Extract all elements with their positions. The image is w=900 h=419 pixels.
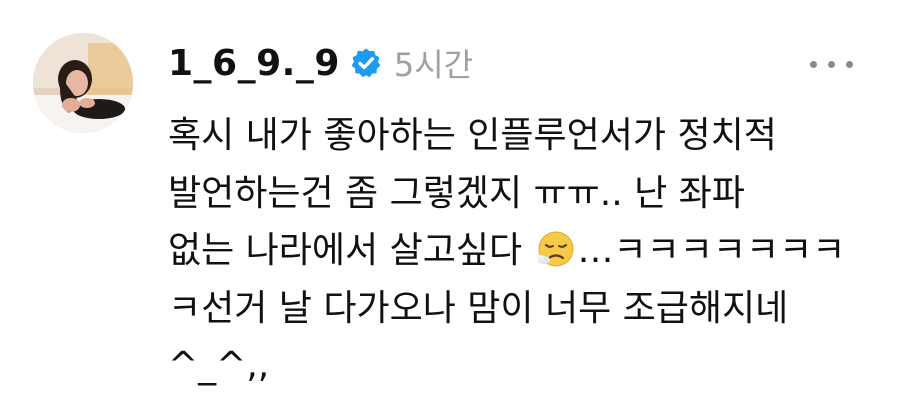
- post-body-line: 없는 나라에서 살고싶다 …ㅋㅋㅋㅋㅋㅋㅋ: [168, 222, 868, 280]
- verified-badge-icon: [350, 47, 382, 79]
- avatar-image: [33, 33, 133, 133]
- post-time: 5시간: [393, 46, 474, 84]
- username[interactable]: 1_6_9._9: [168, 43, 340, 84]
- more-options-icon[interactable]: [808, 58, 858, 70]
- post-body-line: 발언하는건 좀 그렇겠지 ㅠㅠ.. 난 좌파: [168, 172, 745, 214]
- post-body-text: 없는 나라에서 살고싶다: [168, 230, 534, 271]
- post-body-text: …ㅋㅋㅋㅋㅋㅋㅋ: [577, 230, 846, 271]
- sad-relieved-face-emoji: [536, 228, 576, 268]
- post-body-line: 혹시 내가 좋아하는 인플루언서가 정치적: [168, 115, 777, 156]
- post-body: 혹시 내가 좋아하는 인플루언서가 정치적 발언하는건 좀 그렇겠지 ㅠㅠ.. …: [168, 107, 868, 395]
- profile-avatar[interactable]: [33, 33, 133, 133]
- post-body-line: ㅋ선거 날 다가오나 맘이 너무 조급해지네: [168, 287, 789, 329]
- post-card: 1_6_9._9 5시간 혹시 내가 좋아하는 인플루언서가 정치적 발언하는건…: [0, 0, 900, 419]
- post-body-line: ^_^,,: [168, 345, 270, 386]
- post-header: 1_6_9._9 5시간: [168, 38, 473, 88]
